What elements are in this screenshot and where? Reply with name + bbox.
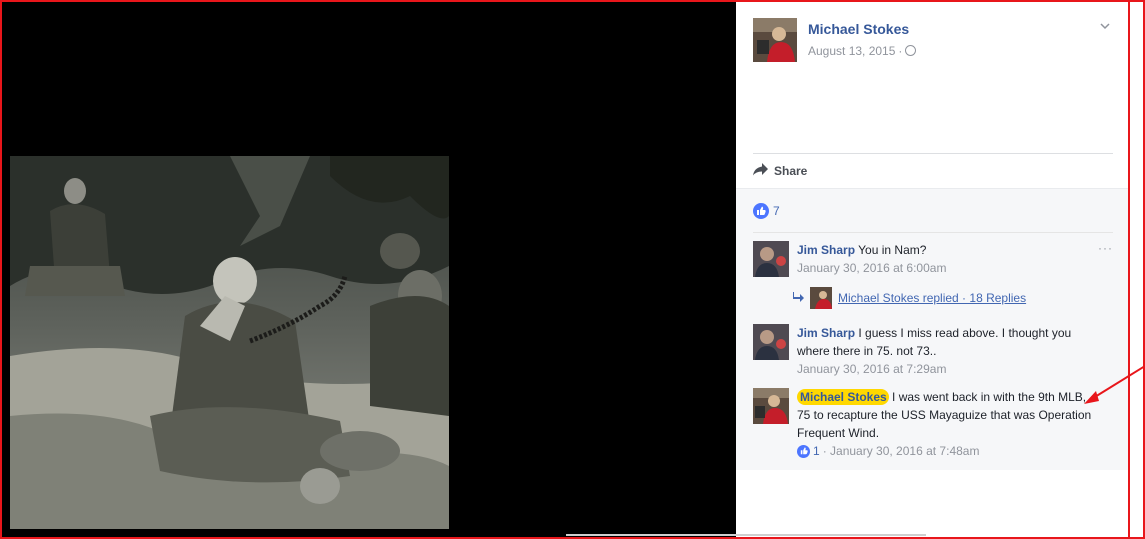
- thumbs-up-icon: [797, 444, 810, 458]
- comment-body: Michael Stokes I was went back in with t…: [797, 388, 1097, 460]
- author-avatar[interactable]: [753, 18, 797, 62]
- likes-count[interactable]: 7: [773, 204, 780, 218]
- post-author-name[interactable]: Michael Stokes: [808, 21, 909, 37]
- thumbs-up-icon: [753, 203, 769, 219]
- globe-icon: [905, 45, 917, 56]
- photo-viewer: [2, 2, 736, 537]
- comments-section: 7 Jim Sharp You in Nam? January 30, 2016…: [736, 188, 1128, 470]
- comment-timestamp[interactable]: · January 30, 2016 at 7:48am: [823, 442, 980, 460]
- commenter-avatar[interactable]: [753, 388, 789, 424]
- comment-text: You in Nam?: [858, 243, 927, 257]
- commenter-name[interactable]: Jim Sharp: [797, 326, 855, 340]
- share-label: Share: [774, 164, 808, 178]
- comment-item: Jim Sharp I guess I miss read above. I t…: [753, 324, 1113, 380]
- commenter-name[interactable]: Jim Sharp: [797, 243, 855, 257]
- post-meta: August 13, 2015 ·: [808, 44, 917, 58]
- commenter-avatar[interactable]: [753, 324, 789, 360]
- comment-timestamp[interactable]: January 30, 2016 at 7:29am: [797, 360, 1097, 378]
- post-date[interactable]: August 13, 2015: [808, 44, 895, 58]
- post-header: Michael Stokes August 13, 2015 ·: [753, 16, 1113, 66]
- commenter-avatar[interactable]: [753, 241, 789, 277]
- likes-summary: 7: [753, 199, 1113, 233]
- post-sidebar: Michael Stokes August 13, 2015· Share 7: [736, 2, 1128, 537]
- chevron-down-icon[interactable]: [1099, 20, 1113, 34]
- replier-avatar[interactable]: [810, 287, 832, 309]
- comment-like-count[interactable]: 1: [813, 442, 820, 460]
- post-actions: Share: [753, 153, 1113, 189]
- comment-body: Jim Sharp You in Nam? January 30, 2016 a…: [797, 241, 1097, 277]
- commenter-name[interactable]: Michael Stokes: [797, 389, 889, 405]
- comment-timestamp[interactable]: January 30, 2016 at 6:00am: [797, 259, 1097, 277]
- divider: [566, 534, 926, 536]
- comment-item: Jim Sharp You in Nam? January 30, 2016 a…: [753, 241, 1113, 281]
- view-replies-link[interactable]: Michael Stokes replied · 18 Replies: [838, 291, 1026, 305]
- comment-item: Michael Stokes I was went back in with t…: [753, 388, 1113, 464]
- replies-link-row[interactable]: Michael Stokes replied · 18 Replies: [793, 287, 1026, 309]
- comment-reactions: 1 · January 30, 2016 at 7:48am: [797, 442, 1097, 460]
- comment-options-icon[interactable]: ···: [1098, 241, 1113, 255]
- comment-body: Jim Sharp I guess I miss read above. I t…: [797, 324, 1097, 378]
- share-button[interactable]: Share: [753, 163, 807, 179]
- meta-separator: ·: [898, 44, 903, 58]
- share-arrow-icon: [753, 163, 768, 179]
- post-photo[interactable]: [10, 156, 449, 529]
- annotation-frame-right: [1128, 0, 1130, 539]
- reply-arrow-icon: [793, 291, 804, 305]
